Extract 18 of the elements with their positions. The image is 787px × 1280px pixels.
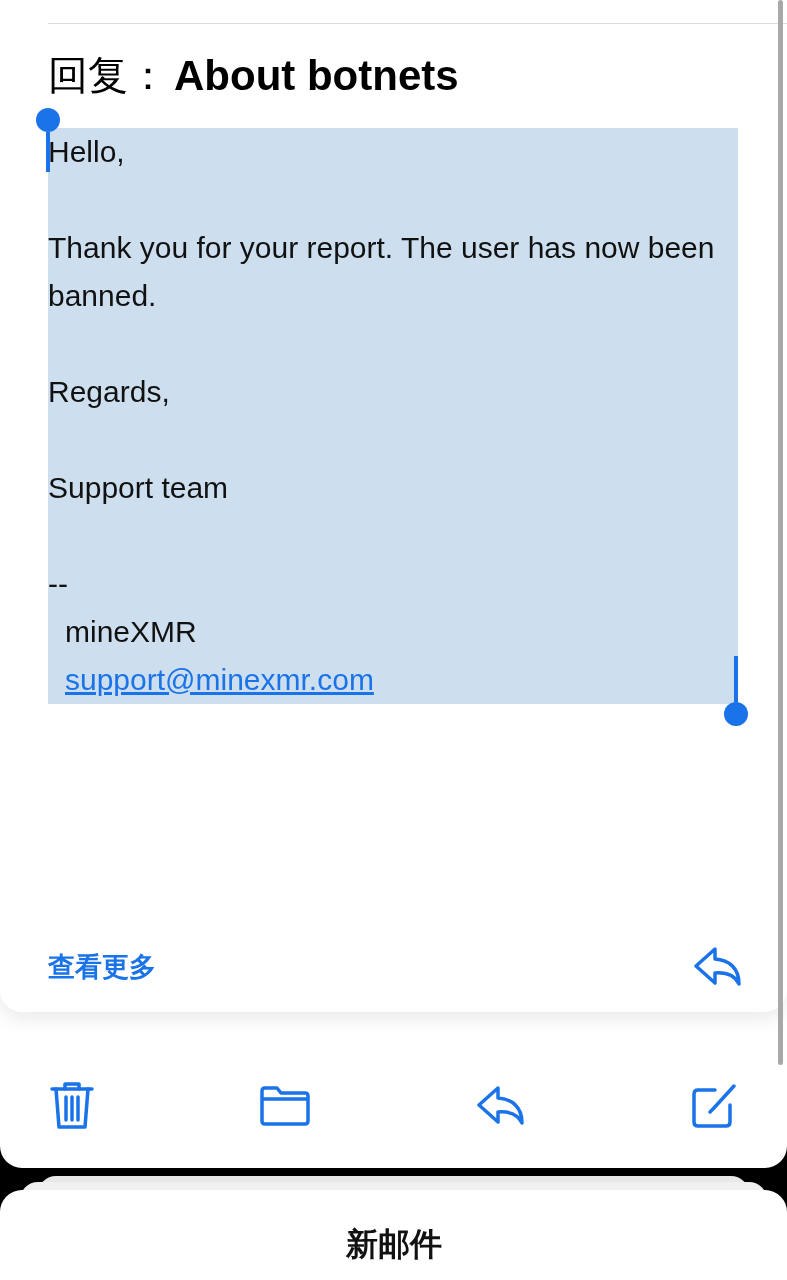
compose-sheet[interactable]: 新邮件 — [0, 1190, 787, 1280]
reply-icon[interactable] — [476, 1085, 526, 1127]
compose-icon[interactable] — [691, 1083, 737, 1129]
body-paragraph: Hello, — [48, 134, 126, 170]
subject-title: About botnets — [174, 50, 459, 101]
selection-end-handle[interactable] — [724, 656, 748, 726]
reply-icon[interactable] — [693, 946, 743, 988]
email-link[interactable]: support@minexmr.com — [65, 656, 374, 704]
signature-dash: -- — [48, 566, 69, 602]
body-paragraph: Support team — [48, 470, 230, 506]
see-more-link[interactable]: 查看更多 — [48, 946, 156, 988]
signature-name: mineXMR — [64, 614, 198, 650]
reply-prefix: 回复： — [48, 51, 168, 100]
folder-icon[interactable] — [259, 1085, 311, 1127]
body-paragraph: Regards, — [48, 374, 171, 410]
trash-icon[interactable] — [50, 1081, 94, 1131]
body-paragraph: Thank you for your report. The user has now been banned. — [48, 230, 716, 314]
sheet-title: 新邮件 — [345, 1224, 442, 1262]
